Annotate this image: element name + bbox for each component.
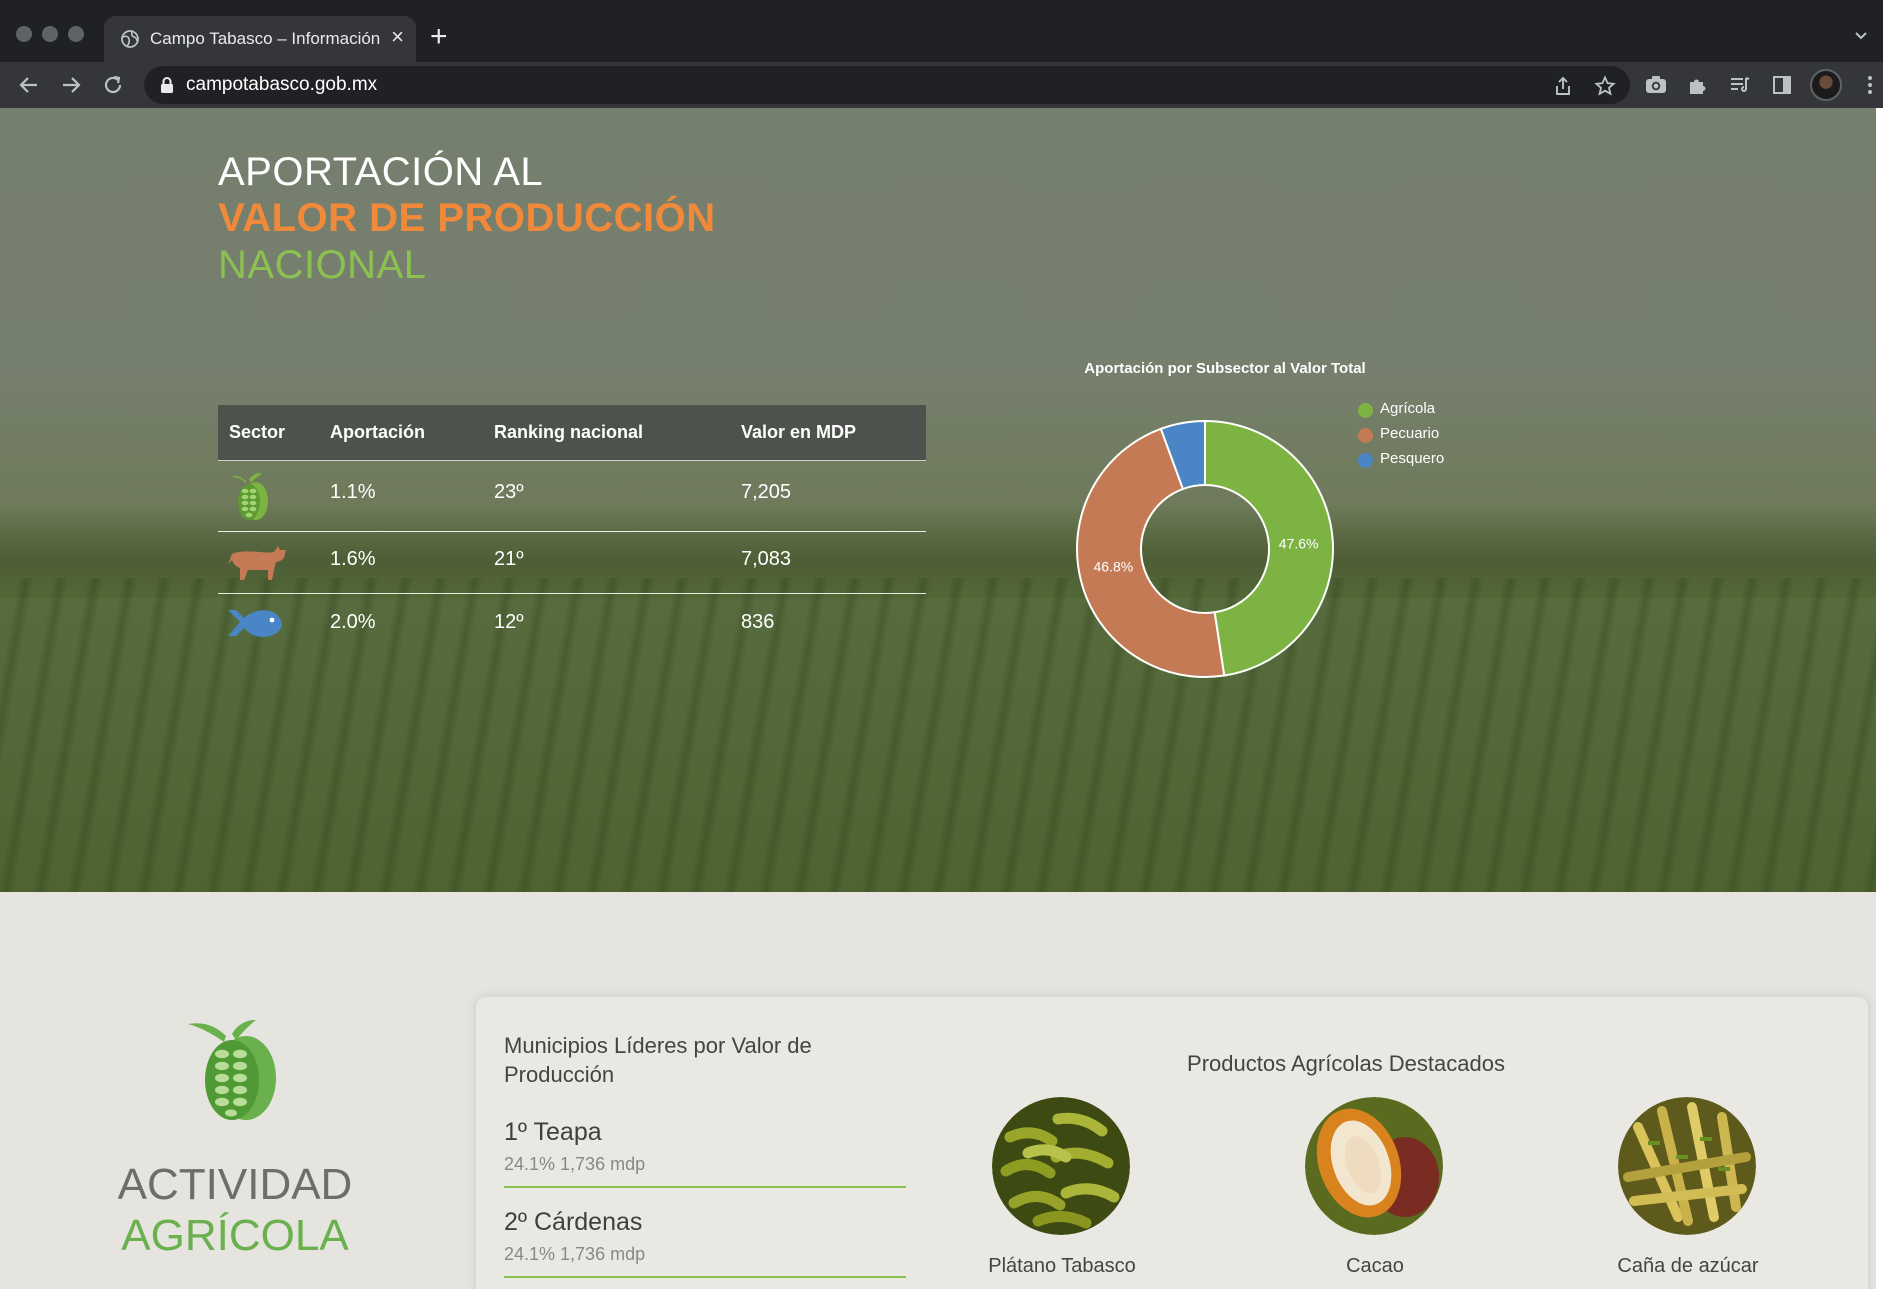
product-name: Caña de azúcar (1617, 1255, 1759, 1277)
municipio-name: 2º Cárdenas (504, 1208, 643, 1236)
donut-data-label: 46.8% (1093, 558, 1133, 574)
reload-icon[interactable] (100, 72, 126, 98)
donut-data-label: 47.6% (1279, 536, 1319, 552)
legend-label: Pesquero (1380, 450, 1445, 467)
forward-arrow-icon[interactable] (58, 72, 84, 98)
url-text: campotabasco.gob.mx (186, 74, 378, 95)
legend-color-dot (1358, 428, 1373, 443)
table-row: 1.1% 23º 7,205 (218, 461, 926, 532)
productos-title: Productos Agrícolas Destacados (1187, 1051, 1505, 1076)
window-zoom-button[interactable] (68, 26, 84, 42)
banana-bunches-photo (992, 1097, 1130, 1235)
sugar-cane-photo (1618, 1097, 1756, 1235)
row3-valor: 836 (741, 611, 775, 633)
camera-icon[interactable] (1644, 73, 1668, 97)
legend-color-dot (1358, 403, 1373, 418)
column-header-aportacion: Aportación (330, 422, 426, 442)
cacao-pod-icon (232, 473, 268, 520)
column-header-sector: Sector (229, 422, 286, 442)
reading-list-icon[interactable] (1728, 73, 1752, 97)
browser-tab-bar: Campo Tabasco – Información × + (0, 0, 1883, 62)
hero-section: APORTACIÓN AL VALOR DE PRODUCCIÓN NACION… (0, 108, 1876, 892)
page-viewport: APORTACIÓN AL VALOR DE PRODUCCIÓN NACION… (0, 108, 1883, 1289)
tab-title: Campo Tabasco – Información (150, 29, 380, 48)
chevron-down-icon[interactable] (1853, 28, 1869, 44)
page-scrollbar[interactable] (1876, 108, 1883, 1289)
chart-title: Aportación por Subsector al Valor Total (1084, 360, 1366, 377)
product-name: Plátano Tabasco (988, 1255, 1136, 1277)
share-icon[interactable] (1552, 75, 1574, 97)
lock-icon (161, 77, 173, 93)
hero-heading-line1: APORTACIÓN AL (218, 150, 544, 194)
legend-label: Agrícola (1380, 400, 1436, 417)
table-row: 1.6% 21º 7,083 (218, 532, 926, 594)
municipio-name: 1º Teapa (504, 1118, 602, 1146)
legend-label: Pecuario (1380, 425, 1440, 442)
row3-ranking: 12º (494, 611, 524, 633)
hero-heading-line2: VALOR DE PRODUCCIÓN (218, 196, 716, 240)
table-row: 2.0% 12º 836 (218, 594, 926, 658)
browser-toolbar: campotabasco.gob.mx (0, 62, 1883, 108)
municipios-title: Municipios Líderes por Valor de Producci… (504, 1033, 812, 1087)
row1-ranking: 23º (494, 481, 524, 503)
column-header-ranking: Ranking nacional (494, 422, 644, 442)
agricola-title-line1: ACTIVIDAD (117, 1160, 353, 1209)
window-minimize-button[interactable] (42, 26, 58, 42)
row1-aportacion: 1.1% (330, 481, 376, 503)
cacao-pod-photo (1305, 1097, 1443, 1235)
table-header-row: Sector Aportación Ranking nacional Valor… (218, 405, 926, 461)
agricola-title-line2: AGRÍCOLA (121, 1211, 349, 1260)
browser-tab[interactable]: Campo Tabasco – Información × (104, 16, 416, 62)
side-panel-icon[interactable] (1770, 73, 1794, 97)
fish-icon (228, 610, 282, 637)
extensions-puzzle-icon[interactable] (1686, 73, 1710, 97)
row2-aportacion: 1.6% (330, 548, 376, 570)
row1-valor: 7,205 (741, 481, 792, 503)
close-tab-icon[interactable]: × (391, 26, 404, 48)
cow-icon (228, 546, 286, 580)
municipio-detail: 24.1% 1,736 mdp (504, 1244, 646, 1264)
new-tab-button[interactable]: + (430, 22, 448, 52)
agricola-card: Municipios Líderes por Valor de Producci… (476, 997, 1868, 1289)
cacao-pod-icon (188, 1020, 276, 1120)
bookmark-star-icon[interactable] (1594, 75, 1616, 97)
globe-icon (121, 30, 139, 48)
list-item: 1º Teapa 24.1% 1,736 mdp (504, 1118, 906, 1188)
row2-ranking: 21º (494, 548, 524, 570)
profile-avatar[interactable] (1810, 69, 1842, 101)
address-bar[interactable]: campotabasco.gob.mx (144, 66, 1630, 104)
back-arrow-icon[interactable] (16, 72, 42, 98)
row3-aportacion: 2.0% (330, 611, 376, 633)
subsector-donut-chart: 47.6% 46.8% (1076, 419, 1334, 678)
production-table: Sector Aportación Ranking nacional Valor… (218, 405, 926, 658)
list-item: 2º Cárdenas 24.1% 1,736 mdp (504, 1208, 906, 1278)
municipio-detail: 24.1% 1,736 mdp (504, 1154, 646, 1174)
legend-color-dot (1358, 453, 1373, 468)
hero-heading-line3: NACIONAL (218, 243, 427, 287)
product-name: Cacao (1346, 1255, 1404, 1277)
window-close-button[interactable] (16, 26, 32, 42)
more-menu-icon[interactable] (1858, 73, 1882, 97)
column-header-valor: Valor en MDP (741, 422, 857, 442)
row2-valor: 7,083 (741, 548, 792, 570)
